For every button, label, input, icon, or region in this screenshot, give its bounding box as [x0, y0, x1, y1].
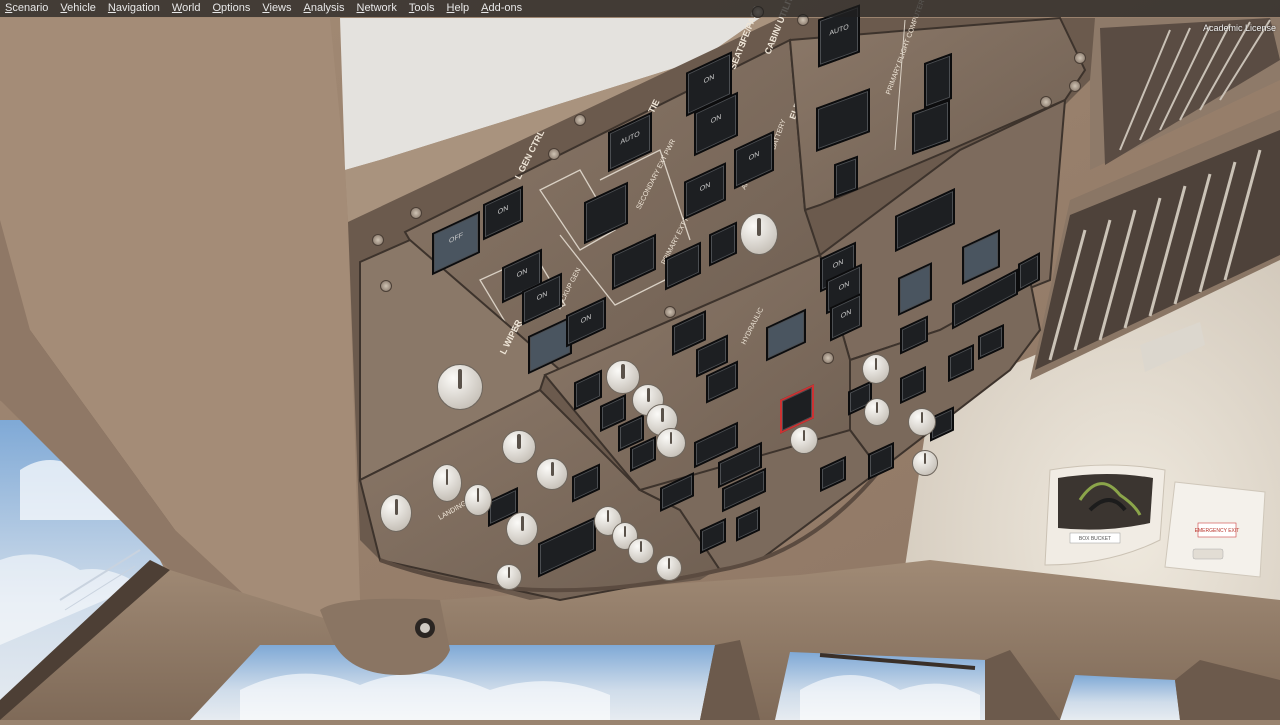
screw — [1074, 52, 1086, 64]
switch-label: ON — [840, 308, 852, 321]
menu-vehicle[interactable]: Vehicle — [54, 0, 101, 17]
switch-label: ON — [497, 204, 509, 217]
menu-label: ools — [414, 2, 435, 14]
menu-scenario[interactable]: Scenario — [0, 0, 54, 17]
menu-analysis[interactable]: Analysis — [298, 0, 351, 17]
menu-mnemonic: N — [107, 2, 116, 14]
menu-label: elp — [454, 2, 470, 14]
screw — [664, 306, 676, 318]
switch-label: ON — [536, 290, 548, 303]
storm-light-knob[interactable] — [380, 494, 412, 532]
aft-knob-1[interactable] — [864, 398, 890, 426]
seatbelt-knob[interactable] — [536, 458, 568, 490]
instrument-light-knob[interactable] — [628, 538, 654, 564]
menu-views[interactable]: Views — [256, 0, 297, 17]
switch-label: ON — [580, 313, 592, 326]
menu-label: nalysis — [310, 2, 345, 14]
menu-options[interactable]: Options — [206, 0, 256, 17]
flood-light-knob[interactable] — [506, 512, 538, 546]
bleed-knob[interactable] — [790, 426, 818, 454]
menu-label: ehicle — [67, 2, 96, 14]
switch-label: ON — [703, 73, 715, 86]
aft-knob-3[interactable] — [912, 450, 938, 476]
menu-addons[interactable]: Add-ons — [475, 0, 528, 17]
screw — [372, 234, 384, 246]
panel-light-knob-1[interactable] — [432, 464, 462, 502]
menu-bar: Scenario Vehicle Navigation World Option… — [0, 0, 1280, 17]
aft-knob-2[interactable] — [908, 408, 936, 436]
menu-label: avigation — [115, 2, 160, 14]
no-smoking-knob[interactable] — [502, 430, 536, 464]
menu-label: iews — [269, 2, 292, 14]
switch-label: ON — [516, 267, 528, 280]
hyd-knob-4[interactable] — [656, 428, 686, 458]
screw — [822, 352, 834, 364]
menu-world[interactable]: World — [166, 0, 207, 17]
l-wiper-knob[interactable] — [437, 364, 483, 410]
cockpit-view: BOX BUCKET EMERGENCY EXIT L BUS TIE L GE… — [0, 0, 1280, 720]
switch-label: AUTO — [829, 23, 849, 38]
panel-light-knob-2[interactable] — [464, 484, 492, 516]
menu-help[interactable]: Help — [441, 0, 476, 17]
menu-network[interactable]: Network — [350, 0, 402, 17]
screw — [410, 207, 422, 219]
menu-mnemonic: A — [481, 2, 489, 14]
wall-hatch: EMERGENCY EXIT — [1164, 481, 1266, 578]
placard-white: BOX BUCKET — [1079, 536, 1111, 542]
license-label: Academic License — [1202, 23, 1276, 33]
menu-mnemonic: A — [303, 2, 311, 14]
switch-label: ON — [710, 113, 722, 126]
screw — [1040, 96, 1052, 108]
chart-light-knob[interactable] — [656, 555, 682, 581]
menu-tools[interactable]: Tools — [403, 0, 441, 17]
screw — [548, 148, 560, 160]
menu-label: etwork — [364, 2, 397, 14]
screw — [574, 114, 586, 126]
menu-navigation[interactable]: Navigation — [102, 0, 166, 17]
menu-label: dd-ons — [488, 2, 523, 14]
menu-label: cenario — [12, 2, 49, 14]
menu-label: orld — [182, 2, 201, 14]
wiper-r-knob[interactable] — [862, 354, 890, 384]
menu-mnemonic: W — [171, 2, 183, 14]
screw — [1069, 80, 1081, 92]
menu-label: ptions — [221, 2, 251, 14]
cockpit-scene-svg: BOX BUCKET EMERGENCY EXIT L BUS TIE L GE… — [0, 0, 1280, 720]
switch-label: OFF — [449, 232, 463, 246]
screw — [380, 280, 392, 292]
menu-mnemonic: V — [262, 2, 270, 14]
switch-label: AUTO — [620, 130, 640, 147]
switch-label: ON — [838, 280, 850, 293]
menu-mnemonic: O — [212, 2, 221, 14]
switch-label: ON — [748, 150, 760, 163]
landing-knob[interactable] — [496, 564, 522, 590]
apu-selector-knob[interactable] — [740, 213, 778, 255]
switch-label: ON — [699, 181, 711, 194]
placard-red: EMERGENCY EXIT — [1195, 528, 1240, 534]
